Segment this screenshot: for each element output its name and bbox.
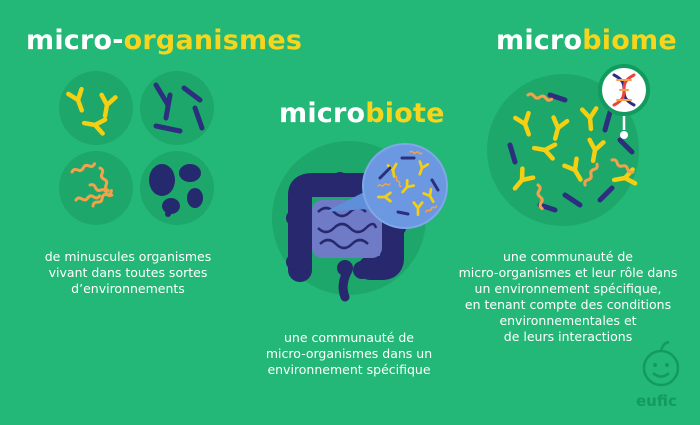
description-microbiome: une communauté de micro-organismes et le… — [455, 249, 681, 345]
description-line: micro-organismes dans un — [265, 346, 433, 361]
description-line: en tenant compte des conditions — [464, 297, 672, 312]
description-line: environnementales et — [499, 313, 637, 328]
brand-name: eufic — [636, 392, 677, 410]
microbiota-illustration — [272, 141, 448, 302]
description-line: environnement spécifique — [267, 362, 431, 377]
micro-organisms-illustration — [59, 71, 214, 225]
description-line: vivant dans toutes sortes — [48, 265, 208, 280]
description-micro-organismes: de minuscules organismes vivant dans tou… — [28, 249, 228, 297]
description-line: un environnement spécifique, — [474, 281, 662, 296]
description-line: de leurs interactions — [503, 329, 633, 344]
description-line: d’environnements — [71, 281, 185, 296]
description-microbiote: une communauté de micro-organismes dans … — [245, 330, 453, 378]
description-line: une communauté de — [284, 330, 414, 345]
apple-face-icon — [642, 340, 680, 387]
description-line: une communauté de — [503, 249, 633, 264]
microbiome-illustration — [487, 64, 650, 226]
description-line: de minuscules organismes — [44, 249, 212, 264]
description-line: micro-organismes et leur rôle dans — [458, 265, 678, 280]
